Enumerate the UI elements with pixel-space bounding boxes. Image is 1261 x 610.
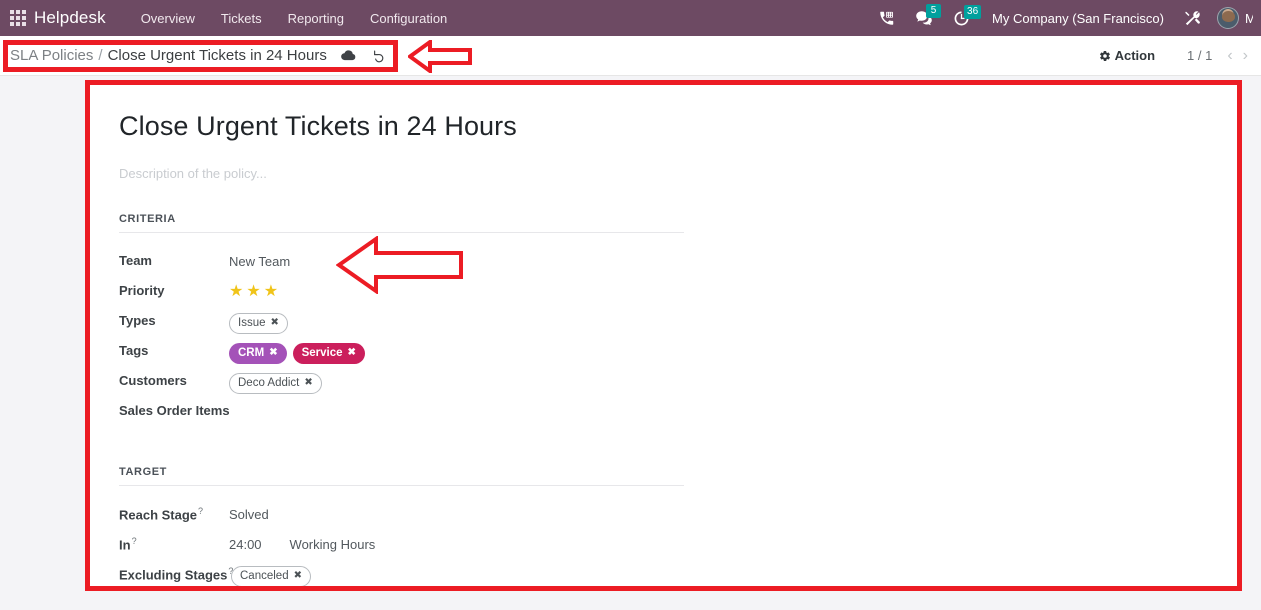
field-types[interactable]: Issue ✖: [229, 310, 288, 335]
apps-grid-icon[interactable]: [10, 10, 26, 26]
field-value-in-duration: 24:00: [229, 536, 262, 552]
gear-icon: [1099, 50, 1110, 61]
target-section-title: TARGET: [119, 466, 684, 486]
field-priority[interactable]: ★ ★ ★: [229, 280, 278, 300]
field-row-excluding-stages: Excluding Stages? Canceled ✖: [119, 563, 684, 592]
label-text: In: [119, 537, 131, 553]
tag-issue[interactable]: Issue ✖: [229, 312, 288, 335]
undo-revert-icon[interactable]: [372, 49, 386, 63]
field-in[interactable]: 24:00 Working Hours: [229, 533, 375, 553]
app-name[interactable]: Helpdesk: [34, 8, 106, 28]
nav-item-tickets[interactable]: Tickets: [208, 3, 275, 34]
activities-badge: 36: [964, 4, 982, 19]
criteria-section-title: CRITERIA: [119, 213, 684, 233]
tag-label: Issue: [238, 316, 266, 329]
field-label-types: Types: [119, 312, 156, 328]
breadcrumb-parent[interactable]: SLA Policies: [10, 47, 93, 64]
breadcrumb: SLA Policies / Close Urgent Tickets in 2…: [0, 47, 386, 64]
user-name: M: [1245, 10, 1253, 26]
systray: 5 36 My Company (San Francisco) M: [868, 3, 1255, 33]
avatar: [1217, 7, 1239, 29]
debug-tools-button[interactable]: [1174, 6, 1211, 31]
nav-item-configuration[interactable]: Configuration: [357, 3, 460, 34]
field-value-in-unit: Working Hours: [289, 536, 376, 552]
help-icon[interactable]: ?: [132, 536, 137, 546]
control-panel-right: Action 1 / 1 ‹ ›: [1091, 43, 1261, 68]
field-row-reach-stage: Reach Stage? Solved: [119, 503, 684, 532]
page-title[interactable]: Close Urgent Tickets in 24 Hours: [119, 111, 1237, 142]
field-row-team: Team New Team: [119, 250, 684, 279]
target-section: TARGET Reach Stage? Solved In? 24:00 Wor…: [119, 466, 684, 592]
tag-label: Service: [301, 346, 343, 359]
voip-dialpad-button[interactable]: [868, 6, 905, 31]
field-row-in: In? 24:00 Working Hours: [119, 533, 684, 562]
company-switcher[interactable]: My Company (San Francisco): [980, 11, 1174, 26]
description-input[interactable]: Description of the policy...: [119, 166, 1237, 181]
field-row-tags: Tags CRM ✖ Service ✖: [119, 340, 684, 369]
field-value-team: New Team: [229, 253, 291, 269]
field-label-sales-order-items: Sales Order Items: [119, 402, 230, 418]
nav-menu: Overview Tickets Reporting Configuration: [128, 3, 461, 34]
messages-badge: 5: [926, 4, 942, 18]
label-text: Reach Stage: [119, 507, 198, 523]
field-label-in: In?: [119, 533, 229, 552]
control-panel: SLA Policies / Close Urgent Tickets in 2…: [0, 36, 1261, 76]
field-team[interactable]: New Team: [229, 250, 290, 270]
chevron-left-icon[interactable]: ‹: [1222, 47, 1237, 64]
pager-value[interactable]: 1 / 1: [1163, 48, 1222, 63]
breadcrumb-separator: /: [98, 47, 103, 64]
tag-service[interactable]: Service ✖: [292, 342, 365, 365]
messages-button[interactable]: 5: [905, 4, 943, 31]
star-icon-1[interactable]: ★: [229, 283, 243, 300]
tools-wrench-icon: [1185, 10, 1200, 25]
user-menu-button[interactable]: M: [1211, 3, 1253, 33]
priority-stars[interactable]: ★ ★ ★: [229, 283, 278, 300]
breadcrumb-current: Close Urgent Tickets in 24 Hours: [107, 47, 327, 64]
field-row-sales-order-items: Sales Order Items: [119, 400, 684, 429]
tag-label: Canceled: [240, 569, 289, 582]
star-icon-3[interactable]: ★: [264, 283, 278, 300]
field-label-team: Team: [119, 252, 152, 268]
chevron-right-icon[interactable]: ›: [1238, 47, 1253, 64]
field-excluding-stages[interactable]: Canceled ✖: [231, 563, 311, 588]
field-customers[interactable]: Deco Addict ✖: [229, 370, 322, 395]
odoo-helpdesk-sla-form: Helpdesk Overview Tickets Reporting Conf…: [0, 0, 1261, 610]
field-row-types: Types Issue ✖: [119, 310, 684, 339]
tag-label: CRM: [238, 346, 265, 359]
field-label-tags: Tags: [119, 342, 149, 358]
form-sheet: Close Urgent Tickets in 24 Hours Descrip…: [88, 83, 1238, 588]
field-reach-stage[interactable]: Solved: [229, 503, 269, 523]
field-tags[interactable]: CRM ✖ Service ✖: [229, 340, 365, 365]
action-menu-button[interactable]: Action: [1091, 43, 1163, 68]
top-navbar: Helpdesk Overview Tickets Reporting Conf…: [0, 0, 1261, 36]
cloud-save-icon[interactable]: [340, 49, 356, 62]
criteria-section: CRITERIA Team New Team Priority ★ ★ ★ Ty…: [119, 213, 684, 429]
record-dirty-actions: [327, 49, 386, 63]
field-label-reach-stage: Reach Stage?: [119, 503, 229, 522]
close-icon[interactable]: ✖: [348, 347, 356, 360]
field-label-excluding-stages: Excluding Stages?: [119, 563, 233, 583]
close-icon[interactable]: ✖: [269, 347, 277, 360]
close-icon[interactable]: ✖: [271, 317, 279, 330]
field-row-priority: Priority ★ ★ ★: [119, 280, 684, 309]
field-value-reach-stage: Solved: [229, 506, 269, 522]
star-icon-2[interactable]: ★: [246, 283, 260, 300]
help-icon[interactable]: ?: [198, 506, 203, 516]
action-menu-label: Action: [1114, 48, 1156, 63]
field-label-priority: Priority: [119, 282, 165, 298]
close-icon[interactable]: ✖: [294, 570, 302, 583]
tag-canceled[interactable]: Canceled ✖: [231, 565, 311, 588]
nav-item-reporting[interactable]: Reporting: [275, 3, 357, 34]
tag-crm[interactable]: CRM ✖: [229, 342, 287, 365]
field-label-customers: Customers: [119, 372, 187, 388]
nav-item-overview[interactable]: Overview: [128, 3, 208, 34]
field-row-customers: Customers Deco Addict ✖: [119, 370, 684, 399]
close-icon[interactable]: ✖: [304, 377, 312, 390]
phone-dialpad-icon: [880, 11, 894, 25]
label-text: Excluding Stages: [119, 567, 228, 583]
activities-button[interactable]: 36: [943, 4, 982, 31]
tag-label: Deco Addict: [238, 376, 300, 389]
tag-deco-addict[interactable]: Deco Addict ✖: [229, 372, 322, 395]
